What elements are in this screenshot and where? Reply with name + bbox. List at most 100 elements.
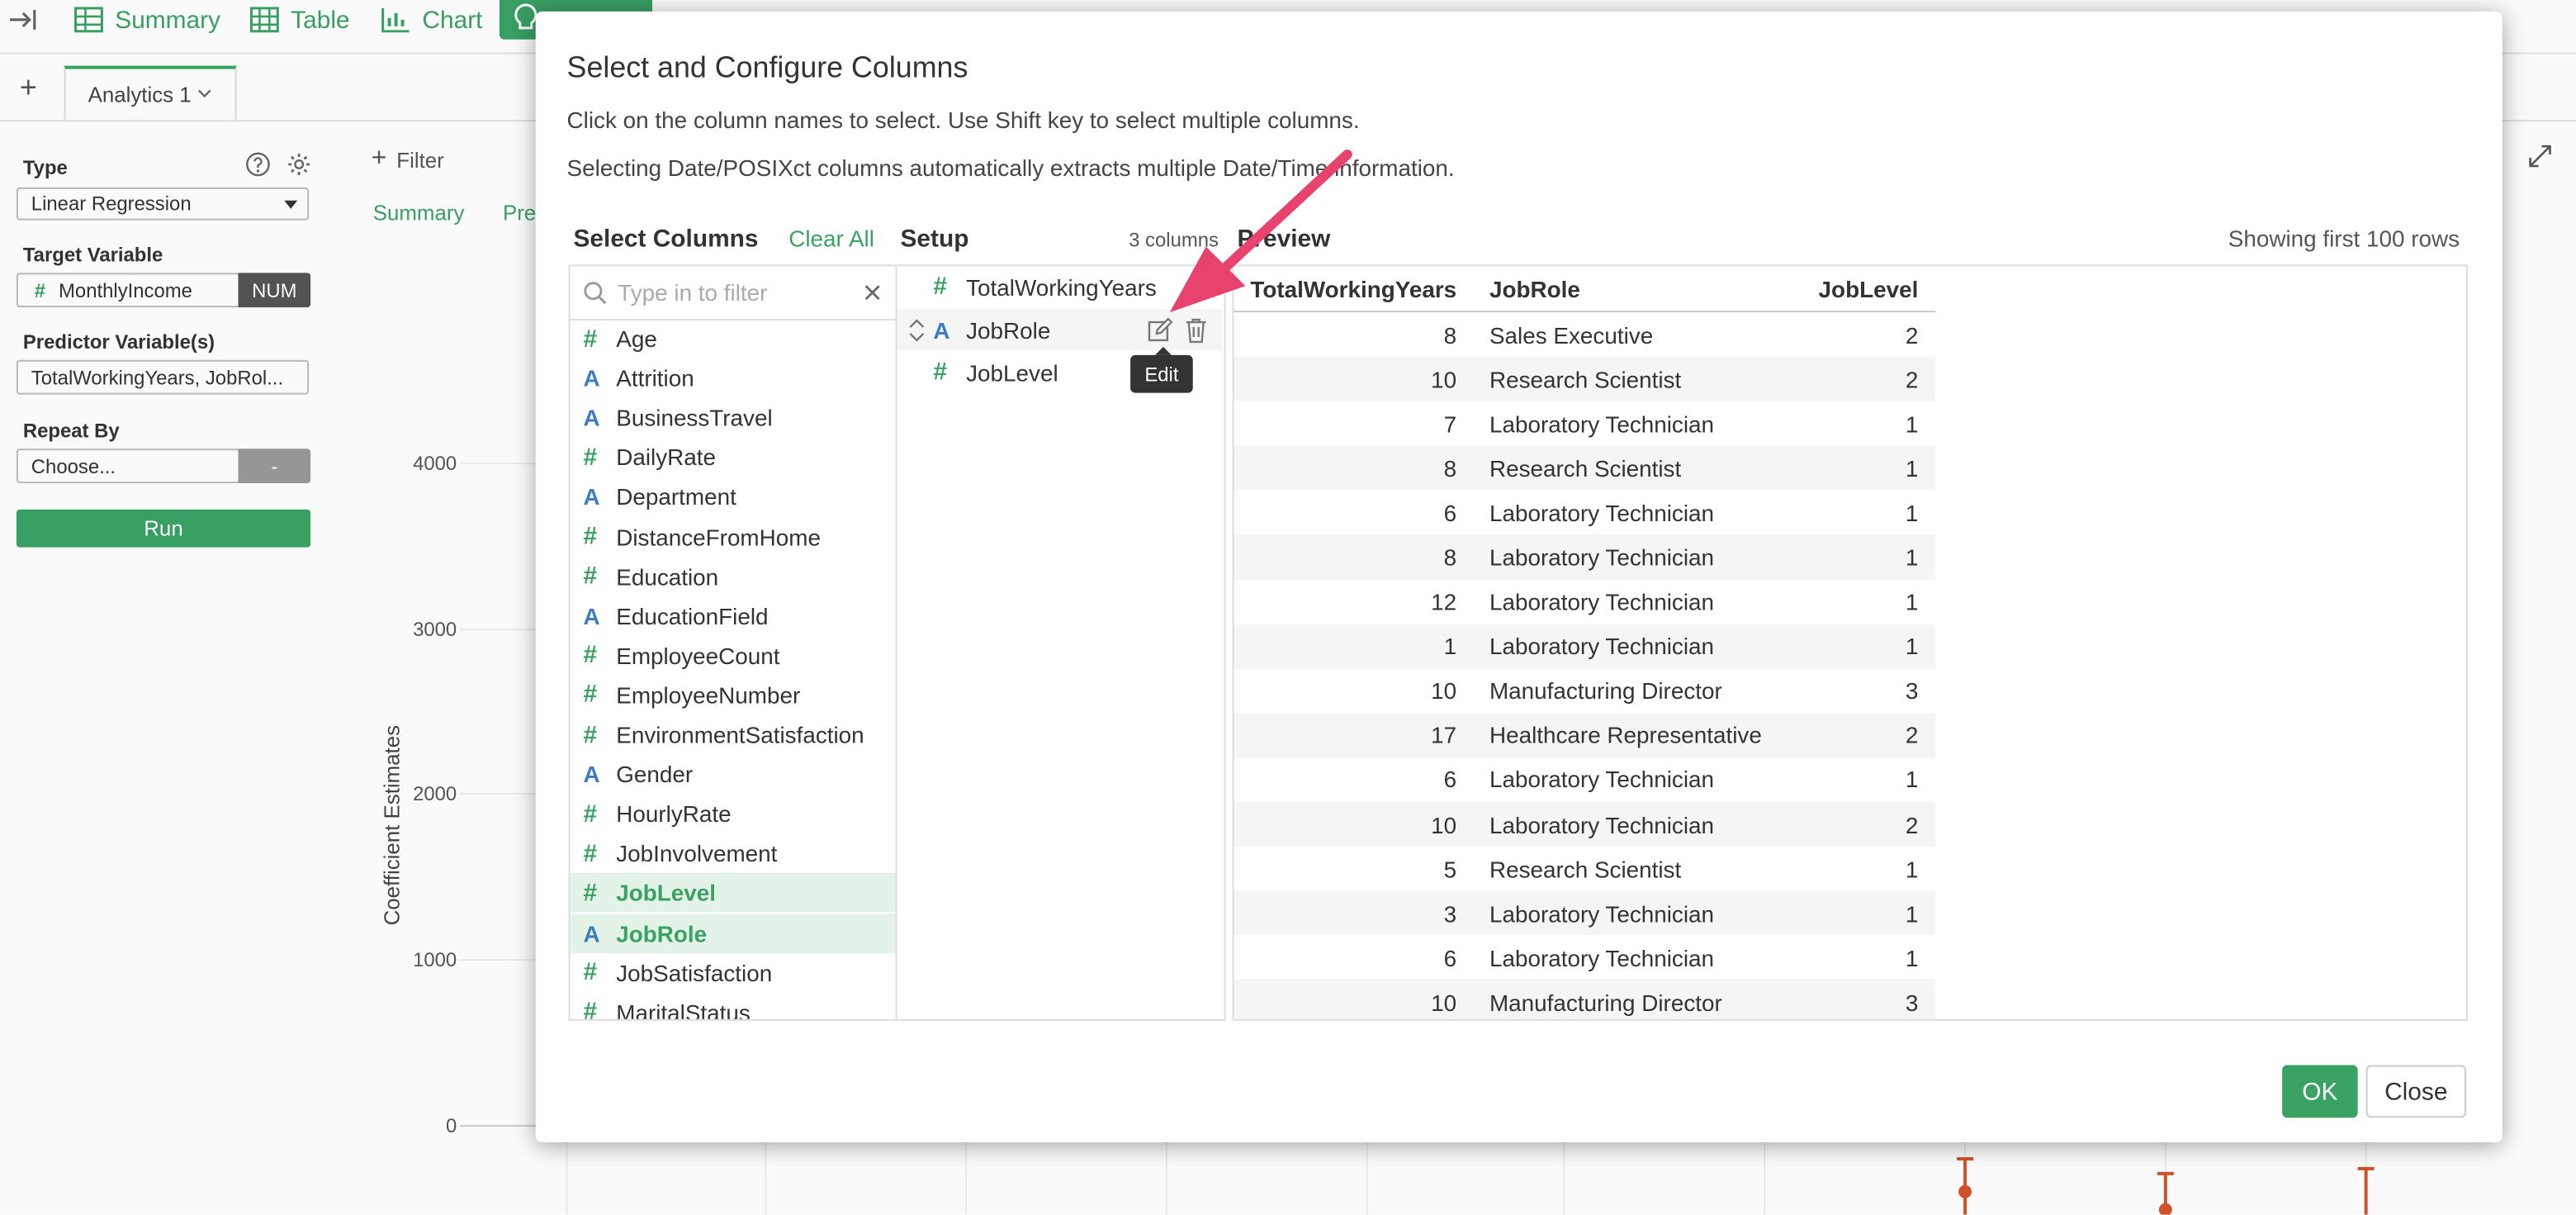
table-row: 10 Laboratory Technician 2	[1234, 802, 1935, 847]
table-row: 6 Laboratory Technician 1	[1234, 936, 1934, 980]
column-list-item[interactable]: A Department	[571, 477, 896, 517]
column-list-item[interactable]: # EmployeeNumber	[571, 676, 896, 715]
table-row: 17 Healthcare Representative 2	[1234, 713, 1935, 758]
table-cell: 6	[1443, 944, 1457, 971]
table-cell: Manufacturing Director	[1489, 677, 1722, 705]
setup-item-label: TotalWorkingYears	[966, 273, 1157, 301]
column-list-item[interactable]: # JobLevel	[570, 873, 896, 914]
ok-button[interactable]: OK	[2282, 1065, 2358, 1118]
column-list-item[interactable]: # JobSatisfaction	[571, 952, 896, 992]
table-cell: 1	[1802, 891, 1935, 936]
column-list-item[interactable]: # Education	[571, 557, 896, 596]
table-cell: 3	[1905, 677, 1919, 705]
table-row: 1 Laboratory Technician 1	[1234, 624, 1935, 669]
column-filter-input[interactable]: Type in to filter	[570, 266, 896, 321]
clear-all-link[interactable]: Clear All	[788, 225, 874, 252]
close-button[interactable]: Close	[2365, 1065, 2466, 1118]
numeric-type-icon: #	[583, 641, 598, 670]
column-name: BusinessTravel	[616, 404, 773, 431]
setup-item-label: JobLevel	[966, 358, 1058, 386]
setup-item-label: JobRole	[966, 316, 1051, 343]
select-columns-title: Select Columns	[573, 225, 759, 254]
table-row: 8 Laboratory Technician 1	[1234, 534, 1935, 580]
column-list-item[interactable]: # DailyRate	[571, 438, 896, 477]
table-cell: Laboratory Technician	[1489, 766, 1715, 794]
character-type-icon: A	[583, 483, 600, 510]
table-cell: 2	[1802, 802, 1935, 847]
numeric-type-icon: #	[583, 839, 598, 868]
table-cell: 3	[1802, 980, 1935, 1019]
dialog-title: Select and Configure Columns	[566, 50, 968, 84]
numeric-type-icon: #	[583, 720, 598, 749]
column-list-item[interactable]: # Age	[571, 319, 896, 358]
numeric-type-icon: #	[583, 879, 598, 908]
table-cell: 2	[1905, 321, 1919, 348]
column-name: EmployeeNumber	[616, 681, 801, 709]
select-columns-dialog: Select and Configure Columns Click on th…	[535, 11, 2503, 1143]
numeric-type-icon: #	[583, 443, 598, 472]
table-row: 12 Laboratory Technician 1	[1234, 580, 1934, 624]
table-cell: Healthcare Representative	[1473, 713, 1802, 758]
table-cell: 1	[1905, 944, 1919, 971]
table-cell: 6	[1443, 499, 1457, 526]
drag-handle-icon[interactable]	[908, 319, 925, 347]
character-type-icon: A	[583, 364, 600, 392]
column-name: EmployeeCount	[616, 642, 780, 669]
table-cell: 1	[1905, 856, 1919, 882]
table-cell: Laboratory Technician	[1489, 410, 1715, 437]
character-type-icon: A	[933, 316, 950, 343]
table-cell: 17	[1234, 713, 1474, 758]
column-name: HourlyRate	[616, 800, 732, 828]
table-cell: Laboratory Technician	[1473, 624, 1802, 669]
column-name: JobRole	[616, 919, 708, 947]
preview-panel: TotalWorkingYears JobRole JobLevel 8 Sale…	[1232, 264, 2468, 1021]
column-list-item[interactable]: A Gender	[571, 755, 896, 795]
setup-title: Setup	[900, 225, 969, 254]
table-cell: Manufacturing Director	[1473, 980, 1802, 1019]
table-cell: 1	[1234, 624, 1474, 669]
table-row: 6 Laboratory Technician 1	[1234, 757, 1934, 802]
table-cell: 1	[1905, 499, 1919, 526]
edit-tooltip: Edit	[1130, 346, 1193, 393]
numeric-type-icon: #	[583, 562, 598, 591]
column-name: DistanceFromHome	[616, 523, 821, 550]
column-list-item[interactable]: # JobInvolvement	[571, 834, 896, 874]
column-list-item[interactable]: # EnvironmentSatisfaction	[571, 715, 896, 755]
table-cell: 1	[1905, 588, 1919, 615]
filter-placeholder: Type in to filter	[618, 279, 768, 306]
table-row: 7 Laboratory Technician 1	[1234, 401, 1934, 446]
column-name: JobSatisfaction	[616, 959, 773, 986]
table-cell: 6	[1443, 766, 1457, 794]
column-name: Gender	[616, 761, 694, 788]
table-row: 5 Research Scientist 1	[1234, 847, 1934, 891]
column-list-item[interactable]: # MaritalStatus	[571, 992, 896, 1018]
table-cell: 2	[1802, 357, 1935, 401]
table-cell: Laboratory Technician	[1489, 588, 1715, 615]
table-row: 10 Manufacturing Director 3	[1234, 980, 1935, 1019]
table-cell: Research Scientist	[1473, 357, 1802, 401]
table-cell: 12	[1431, 588, 1457, 615]
column-list-item[interactable]: # EmployeeCount	[571, 636, 896, 676]
table-cell: 8	[1234, 445, 1474, 491]
column-name: EnvironmentSatisfaction	[616, 721, 864, 748]
close-icon[interactable]	[863, 281, 883, 311]
column-list-item[interactable]: A JobRole	[570, 913, 896, 953]
column-list-item[interactable]: A EducationField	[571, 596, 896, 636]
table-row: 10 Manufacturing Director 3	[1234, 668, 1934, 713]
column-list-item[interactable]: A Attrition	[571, 358, 896, 398]
table-cell: 8	[1234, 534, 1474, 580]
search-icon	[583, 281, 608, 314]
column-list-item[interactable]: A BusinessTravel	[571, 398, 896, 438]
table-cell: Sales Executive	[1489, 321, 1654, 348]
column-list-item[interactable]: # DistanceFromHome	[571, 517, 896, 557]
character-type-icon: A	[583, 404, 600, 431]
numeric-type-icon: #	[583, 800, 598, 828]
table-cell: Laboratory Technician	[1473, 802, 1802, 847]
table-cell: 7	[1443, 410, 1457, 437]
table-cell: 10	[1431, 677, 1457, 705]
annotation-arrow	[1169, 150, 1352, 313]
column-list-item[interactable]: # HourlyRate	[571, 795, 896, 834]
table-cell: 1	[1802, 445, 1935, 491]
numeric-type-icon: #	[583, 522, 598, 551]
table-cell: Laboratory Technician	[1489, 944, 1715, 971]
